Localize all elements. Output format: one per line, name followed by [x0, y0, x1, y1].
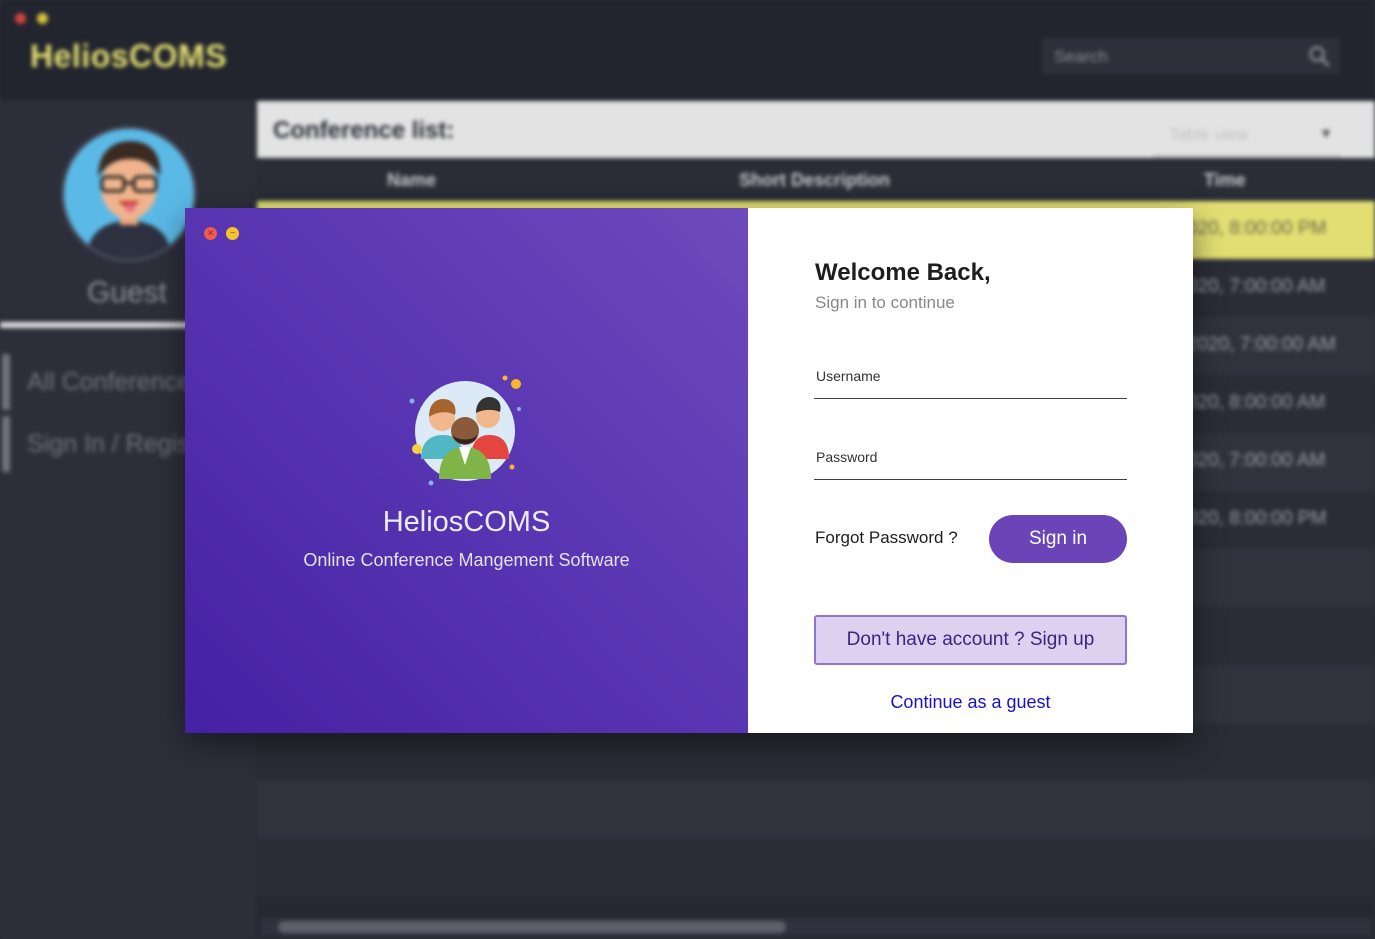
welcome-heading: Welcome Back,	[815, 259, 991, 286]
row-time: 020, 7:00:00 AM	[1187, 450, 1326, 471]
close-icon[interactable]: ×	[204, 227, 217, 240]
sidebar-item-label: All Conferences	[27, 368, 204, 396]
close-window-icon[interactable]	[15, 13, 26, 24]
username-field-container	[814, 362, 1127, 399]
search-input[interactable]: Search	[1042, 38, 1340, 74]
horizontal-scrollbar[interactable]	[260, 918, 1372, 936]
view-mode-value: Table view	[1169, 125, 1249, 144]
forgot-password-link[interactable]: Forgot Password ?	[815, 528, 958, 548]
row-time: 020, 8:00:00 AM	[1187, 392, 1326, 413]
page-title: Conference list:	[273, 117, 455, 144]
search-placeholder: Search	[1054, 47, 1108, 66]
row-time: 020, 7:00:00 AM	[1187, 276, 1326, 297]
team-icon	[409, 375, 521, 486]
app-title: HeliosCOMS	[30, 38, 228, 74]
continue-as-guest-link[interactable]: Continue as a guest	[814, 692, 1127, 713]
brand-panel: × − HeliosCOMS Online Conference Mangeme…	[185, 208, 748, 733]
column-header-short-description[interactable]: Short Description	[739, 170, 890, 191]
table-header: Name Short Description Time	[257, 158, 1375, 202]
column-header-name[interactable]: Name	[387, 170, 436, 191]
sign-in-form: Welcome Back, Sign in to continue Forgot…	[748, 208, 1193, 733]
view-mode-select[interactable]: Table view ▼	[1153, 113, 1341, 158]
row-time: 2020, 7:00:00 AM	[1187, 334, 1336, 355]
sign-in-button[interactable]: Sign in	[989, 515, 1127, 563]
table-row-empty	[257, 839, 1375, 897]
column-header-time[interactable]: Time	[1204, 170, 1246, 191]
avatar	[61, 126, 197, 262]
password-field[interactable]	[816, 449, 1116, 465]
dropdown-arrow-icon: ▼	[1319, 125, 1333, 141]
username-field[interactable]	[816, 368, 1116, 384]
conference-list-header: Conference list: Table view ▼	[257, 101, 1375, 158]
app-titlebar: HeliosCOMS Search	[0, 0, 1375, 100]
sign-up-button[interactable]: Don't have account ? Sign up	[814, 615, 1127, 665]
login-dialog: × − HeliosCOMS Online Conference Mangeme…	[185, 208, 1193, 733]
password-field-container	[814, 443, 1127, 480]
search-icon[interactable]	[1308, 45, 1330, 67]
minimize-icon[interactable]: −	[226, 227, 239, 240]
brand-tagline: Online Conference Mangement Software	[303, 550, 630, 570]
table-row-empty	[257, 781, 1375, 839]
brand-name: HeliosCOMS	[382, 506, 551, 538]
row-time: 020, 8:00:00 PM	[1187, 508, 1327, 529]
row-time: 020, 8:00:00 PM	[1187, 218, 1327, 239]
scrollbar-thumb[interactable]	[278, 921, 786, 933]
minimize-window-icon[interactable]	[37, 13, 48, 24]
welcome-subheading: Sign in to continue	[815, 293, 955, 312]
